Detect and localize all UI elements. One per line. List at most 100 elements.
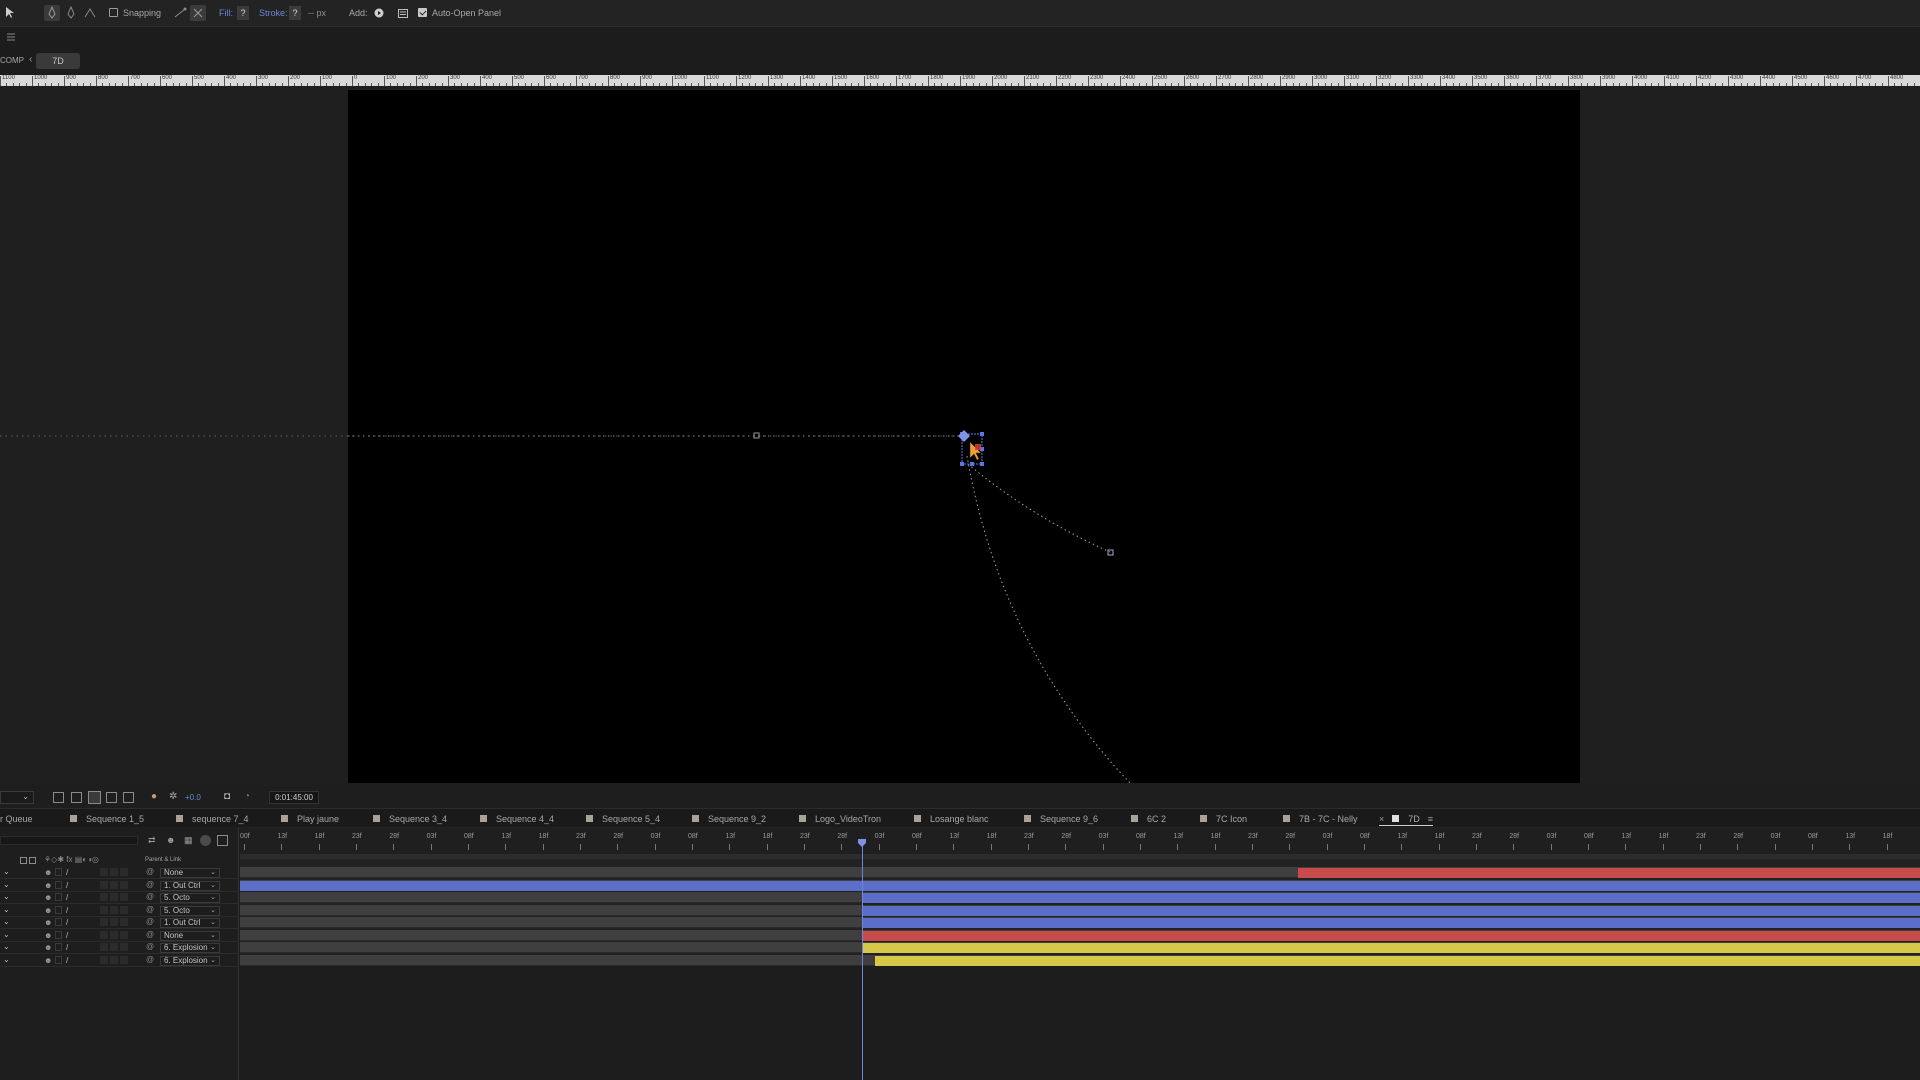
time-ruler[interactable]: 00f 13f 18f 23f 28f 03f 08f 13f 18f 23f 28f 03f 08f 1… — [240, 828, 1920, 855]
effects-switch[interactable] — [100, 880, 108, 889]
shy-switch-icon[interactable]: ☻ — [44, 943, 52, 952]
layer-twirl-chevron-icon[interactable]: ⌄ — [3, 867, 10, 876]
horizontal-ruler[interactable]: 1100 1000 900 800 700 600 500 400 300 200 100 0 100 2… — [0, 75, 1920, 86]
timeline-tab[interactable]: Losange blanc — [914, 812, 989, 826]
collapse-switch[interactable] — [55, 918, 62, 926]
layer-row[interactable]: ⌄ ☻ / @1. Out Ctrl ⌄ — [0, 917, 239, 929]
motion-blur-switch[interactable] — [110, 955, 118, 964]
quality-switch-icon[interactable]: / — [66, 906, 68, 915]
timeline-tab[interactable]: Sequence 9_2 — [692, 812, 766, 826]
layer-duration-bar[interactable] — [240, 880, 1920, 891]
adjustment-switch[interactable] — [120, 905, 128, 914]
add-vertex-tool-icon[interactable] — [63, 5, 79, 21]
composition-panel-icon[interactable] — [395, 5, 411, 21]
layer-anchor-gizmo[interactable] — [958, 430, 984, 466]
timeline-tab[interactable]: sequence 7_4 — [176, 812, 249, 826]
collapse-switch[interactable] — [55, 905, 62, 914]
layer-twirl-chevron-icon[interactable]: ⌄ — [3, 942, 10, 951]
pick-whip-icon[interactable]: @ — [146, 880, 154, 889]
timeline-tab[interactable]: Sequence 1_5 — [70, 812, 144, 826]
pick-whip-icon[interactable]: @ — [146, 867, 154, 876]
breadcrumb-comp[interactable]: COMP — [0, 56, 24, 65]
layer-row[interactable]: ⌄ ☻ / @5. Octo ⌄ — [0, 892, 239, 904]
parent-dropdown[interactable]: 6. Explosion ⌄ — [160, 955, 220, 966]
magnification-dropdown[interactable]: ⌄ — [0, 791, 34, 804]
effects-switch[interactable] — [100, 930, 108, 939]
parent-dropdown[interactable]: 5. Octo ⌄ — [160, 893, 220, 903]
adjustment-switch[interactable] — [120, 893, 128, 901]
layer-twirl-chevron-icon[interactable]: ⌄ — [3, 930, 10, 939]
pick-whip-icon[interactable]: @ — [146, 905, 154, 914]
motion-path-overlay[interactable] — [0, 86, 1920, 783]
current-time-indicator[interactable] — [861, 839, 863, 1080]
adjustment-switch[interactable] — [120, 930, 128, 939]
effects-switch[interactable] — [100, 905, 108, 914]
motion-blur-switch[interactable] — [110, 930, 118, 939]
motion-blur-switch[interactable] — [110, 880, 118, 889]
parent-dropdown[interactable]: None ⌄ — [160, 868, 220, 878]
quality-switch-icon[interactable]: / — [66, 918, 68, 927]
exposure-value[interactable]: +0.0 — [185, 793, 201, 802]
panel-menu-icon[interactable] — [6, 33, 16, 41]
layer-twirl-chevron-icon[interactable]: ⌄ — [3, 917, 10, 926]
timeline-tab[interactable]: Sequence 3_4 — [373, 812, 447, 826]
adjustment-switch[interactable] — [120, 918, 128, 926]
layer-twirl-chevron-icon[interactable]: ⌄ — [3, 892, 10, 901]
layer-duration-bar[interactable] — [875, 955, 1920, 966]
timeline-tab[interactable]: × 7D ≡ — [1379, 812, 1434, 826]
shy-switch-icon[interactable]: ☻ — [44, 881, 52, 890]
grid-icon[interactable] — [123, 792, 134, 803]
stroke-label[interactable]: Stroke: — [259, 6, 288, 20]
motion-blur-switch[interactable] — [110, 868, 118, 876]
shy-switch-icon[interactable]: ☻ — [44, 906, 52, 915]
collapse-switch[interactable] — [55, 955, 62, 964]
timeline-tab[interactable]: 7C Icon — [1200, 812, 1247, 826]
graph-editor-icon[interactable] — [217, 835, 228, 846]
shy-switch-icon[interactable]: ☻ — [44, 956, 52, 965]
current-timecode[interactable]: 0:01:45:00 — [269, 791, 319, 804]
collapse-switch[interactable] — [55, 943, 62, 951]
layer-duration-bar[interactable] — [861, 893, 1920, 903]
parent-dropdown[interactable]: 1. Out Ctrl ⌄ — [160, 918, 220, 928]
snap-features-icon[interactable] — [190, 5, 206, 21]
active-comp-tab[interactable]: 7D — [36, 53, 80, 69]
auto-open-panel-toggle[interactable]: Auto-Open Panel — [418, 6, 501, 20]
shy-switch-icon[interactable]: ☻ — [44, 918, 52, 927]
collapse-switch[interactable] — [55, 893, 62, 901]
snap-edges-icon[interactable] — [172, 5, 188, 21]
layer-row[interactable]: ⌄ ☻ / @ None ⌄ — [0, 867, 239, 879]
layer-row[interactable]: ⌄ ☻ / @6. Explosion ⌄ — [0, 942, 239, 954]
timeline-tab[interactable]: Play jaune — [281, 812, 339, 826]
motion-blur-switch[interactable] — [110, 905, 118, 914]
layer-duration-bar[interactable] — [861, 905, 1920, 916]
adjustment-switch[interactable] — [120, 943, 128, 951]
quality-switch-icon[interactable]: / — [66, 893, 68, 902]
playhead-handle-icon[interactable] — [857, 839, 866, 847]
timeline-tab[interactable]: r Queue — [0, 812, 33, 826]
effects-switch[interactable] — [100, 868, 108, 876]
color-channels-icon[interactable]: ● — [151, 791, 157, 802]
snapping-checkbox[interactable] — [109, 8, 118, 17]
stroke-width[interactable]: -- px — [308, 6, 326, 20]
parent-dropdown[interactable]: None ⌄ — [160, 930, 220, 941]
show-snapshot-icon[interactable]: ◔ — [244, 791, 250, 802]
layer-row[interactable]: ⌄ ☻ / @ None ⌄ — [0, 930, 239, 942]
pick-whip-icon[interactable]: @ — [146, 942, 154, 951]
layer-row[interactable]: ⌄ ☻ / @6. Explosion ⌄ — [0, 955, 239, 967]
layer-duration-bar[interactable] — [861, 943, 1920, 953]
layer-row[interactable]: ⌄ ☻ / @1. Out Ctrl ⌄ — [0, 880, 239, 892]
fill-value[interactable]: ? — [237, 6, 249, 20]
layer-twirl-chevron-icon[interactable]: ⌄ — [3, 955, 10, 964]
pick-whip-icon[interactable]: @ — [146, 892, 154, 901]
pick-whip-icon[interactable]: @ — [146, 955, 154, 964]
quality-switch-icon[interactable]: / — [66, 881, 68, 890]
parent-dropdown[interactable]: 5. Octo ⌄ — [160, 905, 220, 916]
motion-blur-switch[interactable] — [110, 943, 118, 951]
motion-blur-icon[interactable] — [200, 835, 211, 846]
shy-switch-icon[interactable]: ☻ — [44, 893, 52, 902]
timeline-tab[interactable]: Sequence 5_4 — [586, 812, 660, 826]
stroke-value[interactable]: ? — [289, 6, 301, 20]
quality-switch-icon[interactable]: / — [66, 931, 68, 940]
transparency-grid-icon[interactable] — [71, 792, 82, 803]
add-property-icon[interactable] — [371, 5, 387, 21]
